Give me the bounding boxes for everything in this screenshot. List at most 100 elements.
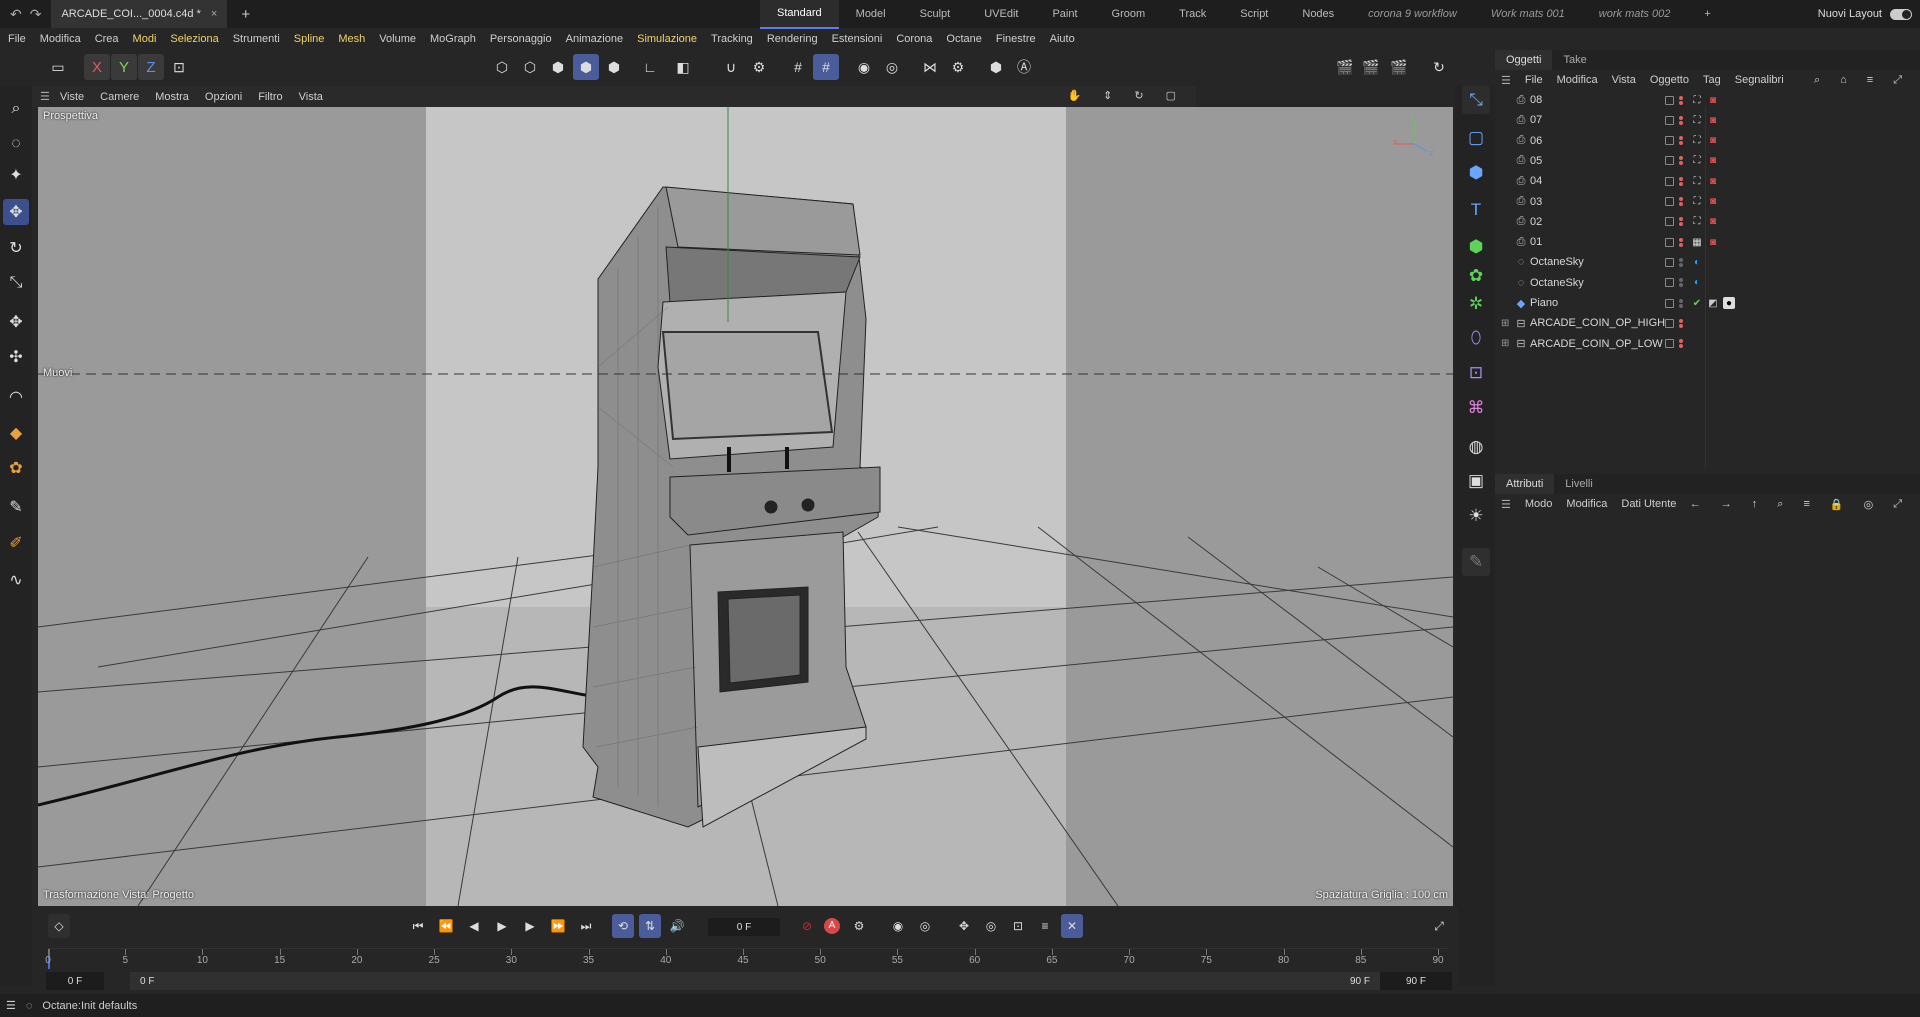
- key-scale-icon[interactable]: ✥: [953, 914, 975, 938]
- visibility-dots[interactable]: [1679, 196, 1683, 207]
- up-arrow-icon[interactable]: ↑: [1752, 498, 1758, 511]
- object-row[interactable]: ◌ OctaneSky ◐: [1495, 273, 1920, 293]
- octane-tag-icon[interactable]: ◐: [1691, 256, 1703, 268]
- tweak-icon[interactable]: ◎: [879, 54, 905, 80]
- frame-tag-icon[interactable]: ⛶: [1691, 175, 1703, 187]
- filter-icon[interactable]: ≡: [1803, 498, 1809, 511]
- panel-menu-item[interactable]: Dati Utente: [1621, 498, 1676, 510]
- object-name[interactable]: 05: [1530, 155, 1542, 167]
- layout-tab[interactable]: Paint: [1035, 0, 1094, 28]
- menu-item[interactable]: Aiuto: [1050, 33, 1075, 45]
- cam-tag-icon[interactable]: ◙: [1707, 155, 1719, 167]
- attributes-menu-icon[interactable]: ☰: [1501, 498, 1511, 511]
- previous-key-icon[interactable]: ⏪: [435, 914, 457, 938]
- frame-tag-icon[interactable]: ⛶: [1691, 135, 1703, 147]
- object-row[interactable]: ⎙ 02 ⛶ ◙: [1495, 212, 1920, 232]
- menu-item[interactable]: Volume: [379, 33, 416, 45]
- panel-tab[interactable]: Oggetti: [1495, 50, 1553, 70]
- new-window-icon[interactable]: ⤢: [1893, 74, 1902, 87]
- menu-item[interactable]: Tracking: [711, 33, 753, 45]
- object-row[interactable]: ⎙ 01 ▦ ◙: [1495, 232, 1920, 252]
- layout-tab[interactable]: Script: [1223, 0, 1285, 28]
- visibility-dots[interactable]: [1679, 237, 1683, 248]
- visibility-dots[interactable]: [1679, 95, 1683, 106]
- search-icon[interactable]: ⌕: [1814, 74, 1820, 87]
- key-pla-icon[interactable]: ⊡: [1007, 914, 1029, 938]
- character-object-icon[interactable]: ⌘: [1462, 394, 1490, 422]
- viewport-menu-item[interactable]: Viste: [60, 91, 84, 103]
- cam-tag-icon[interactable]: ◙: [1707, 236, 1719, 248]
- viewport-3d[interactable]: x y z Prospettiva Muovi Trasformazione V…: [38, 107, 1453, 906]
- coordinate-system-icon[interactable]: ⊡: [166, 54, 192, 80]
- menu-item[interactable]: Strumenti: [233, 33, 280, 45]
- menu-item[interactable]: Crea: [95, 33, 119, 45]
- panel-tab[interactable]: Take: [1552, 50, 1597, 70]
- environment-object-icon[interactable]: ◍: [1462, 433, 1490, 461]
- pen-tool-icon[interactable]: ✎: [1462, 548, 1490, 576]
- object-row[interactable]: ⎙ 05 ⛶ ◙: [1495, 151, 1920, 171]
- layer-checkbox[interactable]: [1665, 176, 1674, 186]
- status-menu-icon[interactable]: ☰: [6, 999, 16, 1012]
- move-view-icon[interactable]: ⇕: [1103, 89, 1112, 102]
- end-frame-field[interactable]: 90 F: [1380, 972, 1452, 990]
- layer-checkbox[interactable]: [1665, 257, 1674, 267]
- material-tag-icon[interactable]: ◩: [1707, 297, 1719, 309]
- new-document-icon[interactable]: +: [241, 6, 250, 23]
- visibility-dots[interactable]: [1679, 277, 1683, 288]
- expand-icon[interactable]: ⊞: [1501, 318, 1509, 329]
- bevel-tool-icon[interactable]: ◆: [3, 420, 29, 446]
- symmetry-settings-icon[interactable]: ⚙: [945, 54, 971, 80]
- new-layout-toggle[interactable]: Nuovi Layout: [1818, 0, 1912, 28]
- visibility-dots[interactable]: [1679, 155, 1683, 166]
- timeline-expand-icon[interactable]: ⤢: [1428, 914, 1450, 938]
- layout-tab[interactable]: Track: [1162, 0, 1223, 28]
- auto-keying-icon[interactable]: Ⓐ: [1011, 54, 1037, 80]
- object-name[interactable]: 06: [1530, 135, 1542, 147]
- object-row[interactable]: ⎙ 03 ⛶ ◙: [1495, 192, 1920, 212]
- redo-icon[interactable]: ↷: [30, 6, 42, 23]
- viewport-menu-icon[interactable]: ☰: [40, 90, 50, 103]
- menu-item[interactable]: Modi: [133, 33, 157, 45]
- lock-icon[interactable]: ⬢: [983, 54, 1009, 80]
- render-picture-viewer-icon[interactable]: 🎬: [1358, 54, 1384, 80]
- layout-tab[interactable]: UVEdit: [967, 0, 1035, 28]
- frame-tag-icon[interactable]: ⛶: [1691, 196, 1703, 208]
- panel-tab[interactable]: Livelli: [1554, 474, 1604, 494]
- live-selection-icon[interactable]: ◉: [851, 54, 877, 80]
- menu-item[interactable]: Personaggio: [490, 33, 552, 45]
- viewport-menu-item[interactable]: Camere: [100, 91, 139, 103]
- frame-ruler[interactable]: 0 5 10 15 20 25 30 35 40 45 50 55 60 65 70 75 80 85 90: [45, 948, 1448, 972]
- uv-mode-icon[interactable]: ⬢: [601, 54, 627, 80]
- object-mode-icon[interactable]: ⬢: [573, 54, 599, 80]
- model-mode-icon[interactable]: ▭: [45, 54, 71, 80]
- check-tag-icon[interactable]: ✔: [1691, 297, 1703, 309]
- layout-tab[interactable]: Nodes: [1285, 0, 1351, 28]
- sphere-tag-icon[interactable]: ●: [1723, 297, 1735, 309]
- layout-tab[interactable]: corona 9 workflow: [1351, 0, 1474, 28]
- object-row[interactable]: ◌ OctaneSky ◐: [1495, 252, 1920, 272]
- menu-item[interactable]: Corona: [896, 33, 932, 45]
- autokey-button[interactable]: A: [821, 914, 843, 938]
- paint-tool-icon[interactable]: ✐: [3, 530, 29, 556]
- camera-object-icon[interactable]: ⤡: [1462, 86, 1490, 114]
- cam-tag-icon[interactable]: ◙: [1707, 216, 1719, 228]
- x-axis-lock-button[interactable]: X: [84, 54, 110, 80]
- layout-tab[interactable]: Sculpt: [903, 0, 968, 28]
- key-mixer-icon[interactable]: ≡: [1034, 914, 1056, 938]
- cam-tag-icon[interactable]: ◙: [1707, 135, 1719, 147]
- layer-checkbox[interactable]: [1665, 298, 1674, 308]
- solo-mode-icon[interactable]: ◧: [670, 54, 696, 80]
- symmetry-icon[interactable]: ⋈: [917, 54, 943, 80]
- loop-icon[interactable]: ⟲: [612, 914, 634, 938]
- scene-camera-icon[interactable]: ▣: [1462, 467, 1490, 495]
- menu-item[interactable]: Simulazione: [637, 33, 697, 45]
- edges-mode-icon[interactable]: ⬡: [517, 54, 543, 80]
- visibility-dots[interactable]: [1679, 338, 1683, 349]
- snap-tool-icon[interactable]: ✣: [3, 344, 29, 370]
- checker-tag-icon[interactable]: ▦: [1691, 236, 1703, 248]
- render-view-icon[interactable]: 🎬: [1332, 54, 1358, 80]
- menu-item[interactable]: Finestre: [996, 33, 1036, 45]
- layer-checkbox[interactable]: [1665, 217, 1674, 227]
- object-name[interactable]: 07: [1530, 114, 1542, 126]
- menu-item[interactable]: Spline: [294, 33, 325, 45]
